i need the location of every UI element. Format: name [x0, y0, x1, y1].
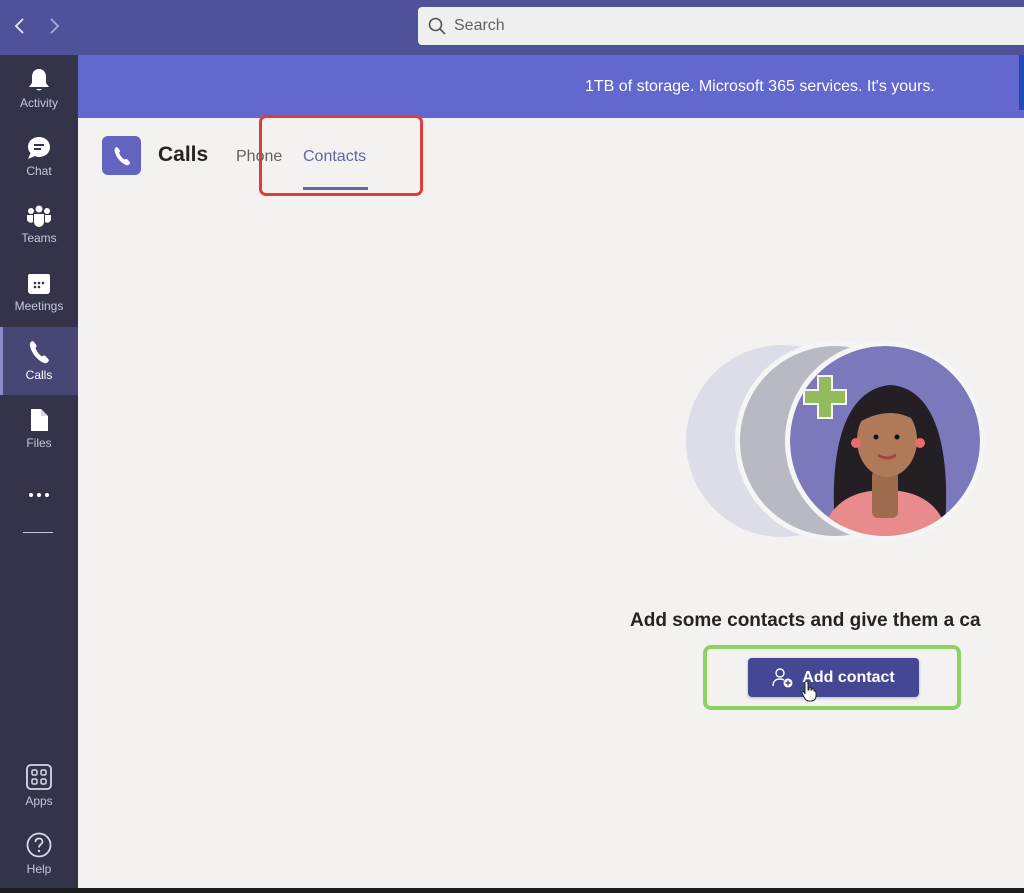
rail-item-files[interactable]: Files — [0, 395, 78, 463]
more-apps-button[interactable] — [0, 480, 78, 510]
rail-item-label: Files — [26, 436, 52, 450]
add-contact-button[interactable]: Add contact — [748, 658, 919, 697]
phone-icon — [29, 341, 49, 364]
calls-app-icon — [102, 136, 141, 175]
empty-state-message: Add some contacts and give them a ca — [630, 610, 981, 631]
rail-item-label: Teams — [21, 231, 57, 245]
help-icon — [26, 832, 52, 858]
calendar-icon — [28, 274, 50, 294]
chat-icon — [28, 137, 50, 159]
apps-icon — [26, 764, 52, 790]
phone-icon — [114, 146, 130, 165]
taskbar-edge — [0, 888, 1024, 893]
promo-banner: 1TB of storage. Microsoft 365 services. … — [78, 55, 1024, 118]
rail-item-label: Apps — [25, 794, 53, 808]
rail-item-label: Calls — [25, 368, 53, 382]
title-bar — [0, 0, 1024, 55]
search-box[interactable] — [418, 7, 1024, 45]
rail-item-activity[interactable]: Activity — [0, 55, 78, 123]
highlight-annotation-tabs — [259, 115, 423, 196]
rail-item-meetings[interactable]: Meetings — [0, 259, 78, 327]
rail-item-label: Chat — [26, 164, 52, 178]
banner-text: 1TB of storage. Microsoft 365 services. … — [585, 78, 935, 95]
app-rail: Activity Chat Teams Meetings Calls Files — [0, 55, 78, 888]
page-title: Calls — [158, 143, 209, 166]
rail-item-label: Help — [26, 862, 52, 876]
teams-icon — [27, 205, 51, 227]
rail-item-teams[interactable]: Teams — [0, 191, 78, 259]
more-icon — [29, 493, 49, 497]
search-input[interactable] — [454, 17, 954, 35]
chevron-right-icon — [50, 18, 60, 34]
back-button[interactable] — [6, 12, 34, 40]
rail-item-label: Meetings — [14, 299, 64, 313]
forward-button[interactable] — [40, 12, 68, 40]
rail-item-apps[interactable]: Apps — [0, 752, 78, 820]
teams-window: Activity Chat Teams Meetings Calls Files — [0, 0, 1024, 893]
rail-item-calls[interactable]: Calls — [0, 327, 78, 395]
search-icon — [428, 17, 446, 35]
rail-divider — [23, 532, 53, 533]
chevron-left-icon — [14, 18, 24, 34]
bell-icon — [29, 69, 49, 91]
rail-item-help[interactable]: Help — [0, 820, 78, 888]
rail-item-chat[interactable]: Chat — [0, 123, 78, 191]
rail-item-label: Activity — [19, 96, 58, 110]
hand-cursor-icon — [801, 680, 817, 702]
add-person-icon — [772, 667, 793, 687]
add-contacts-illustration — [686, 341, 985, 541]
window-edge — [1019, 55, 1024, 110]
file-icon — [31, 409, 48, 431]
